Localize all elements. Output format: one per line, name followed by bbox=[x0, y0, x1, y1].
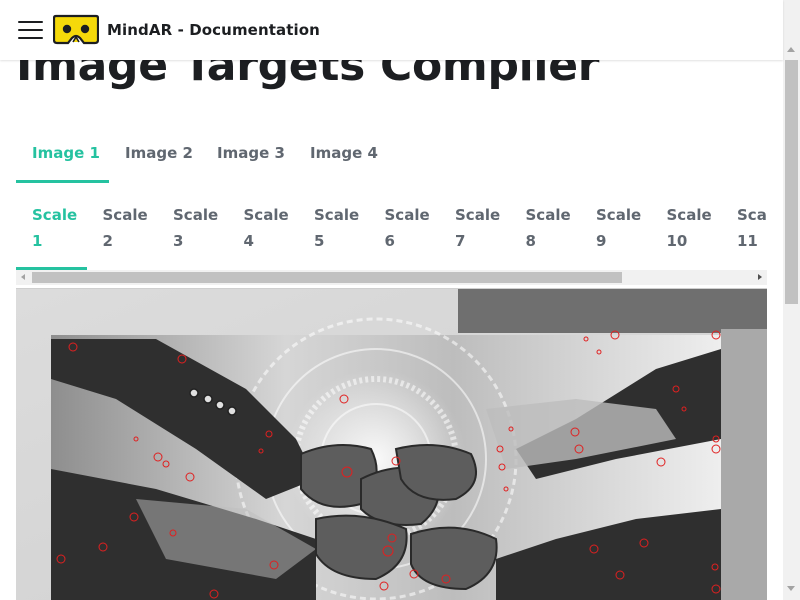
tab-scale-label: Scale bbox=[455, 206, 501, 224]
image-tabs: Image 1 Image 2 Image 3 Image 4 bbox=[16, 126, 386, 183]
tab-scale-6[interactable]: Scale 6 bbox=[369, 196, 440, 270]
scale-tabs: Scale 1 Scale 2 Scale 3 Scale 4 Scale 5 … bbox=[16, 196, 767, 270]
tab-scale-number: 2 bbox=[102, 232, 113, 250]
horizontal-scrollbar-thumb[interactable] bbox=[32, 272, 622, 283]
tab-scale-label: Scale bbox=[384, 206, 430, 224]
tab-scale-number: 3 bbox=[173, 232, 184, 250]
tab-scale-label: Scale bbox=[525, 206, 571, 224]
scroll-right-icon[interactable] bbox=[758, 274, 762, 280]
tab-scale-5[interactable]: Scale 5 bbox=[298, 196, 369, 270]
scroll-down-icon[interactable] bbox=[787, 586, 795, 591]
scale-tabs-scrollbar[interactable] bbox=[16, 270, 767, 285]
tab-scale-9[interactable]: Scale 9 bbox=[580, 196, 651, 270]
tab-scale-label: Scale bbox=[243, 206, 289, 224]
scale-tabs-container: Scale 1 Scale 2 Scale 3 Scale 4 Scale 5 … bbox=[16, 196, 767, 286]
tab-scale-number: 10 bbox=[666, 232, 688, 250]
tab-scale-label: Scale bbox=[666, 206, 712, 224]
tab-scale-4[interactable]: Scale 4 bbox=[228, 196, 299, 270]
tab-scale-label: Scale bbox=[737, 206, 767, 224]
tab-scale-label: Scale bbox=[102, 206, 148, 224]
tab-scale-number: 8 bbox=[525, 232, 536, 250]
tab-scale-10[interactable]: Scale 10 bbox=[651, 196, 722, 270]
tab-scale-label: Scale bbox=[596, 206, 642, 224]
scroll-up-icon[interactable] bbox=[787, 47, 795, 52]
tab-scale-11[interactable]: Scale 11 bbox=[721, 196, 767, 270]
navbar: MindAR - Documentation bbox=[0, 0, 783, 60]
tab-image-3[interactable]: Image 3 bbox=[201, 126, 294, 183]
tab-image-2[interactable]: Image 2 bbox=[109, 126, 201, 183]
tab-scale-7[interactable]: Scale 7 bbox=[439, 196, 510, 270]
compiled-image-panel bbox=[16, 288, 767, 600]
scrollbar-thumb[interactable] bbox=[785, 60, 798, 304]
brand-title[interactable]: MindAR - Documentation bbox=[107, 21, 320, 39]
tab-scale-1[interactable]: Scale 1 bbox=[16, 196, 87, 270]
tab-scale-number: 7 bbox=[455, 232, 466, 250]
page-scrollbar[interactable] bbox=[783, 0, 800, 600]
tab-scale-number: 9 bbox=[596, 232, 607, 250]
scroll-left-icon[interactable] bbox=[21, 274, 25, 280]
tab-scale-3[interactable]: Scale 3 bbox=[157, 196, 228, 270]
tab-scale-8[interactable]: Scale 8 bbox=[510, 196, 581, 270]
tab-scale-label: Scale bbox=[32, 206, 78, 224]
tab-scale-2[interactable]: Scale 2 bbox=[87, 196, 158, 270]
tab-image-1[interactable]: Image 1 bbox=[16, 126, 109, 183]
tab-scale-number: 6 bbox=[384, 232, 395, 250]
tab-scale-number: 5 bbox=[314, 232, 325, 250]
tab-scale-number: 1 bbox=[32, 232, 43, 250]
tab-scale-label: Scale bbox=[173, 206, 219, 224]
tab-image-4[interactable]: Image 4 bbox=[294, 126, 386, 183]
compiled-image bbox=[16, 289, 767, 600]
tab-scale-label: Scale bbox=[314, 206, 360, 224]
hamburger-menu-icon[interactable] bbox=[18, 19, 43, 41]
tab-scale-number: 11 bbox=[737, 232, 758, 250]
mindar-logo[interactable] bbox=[52, 14, 100, 47]
tab-scale-number: 4 bbox=[243, 232, 254, 250]
